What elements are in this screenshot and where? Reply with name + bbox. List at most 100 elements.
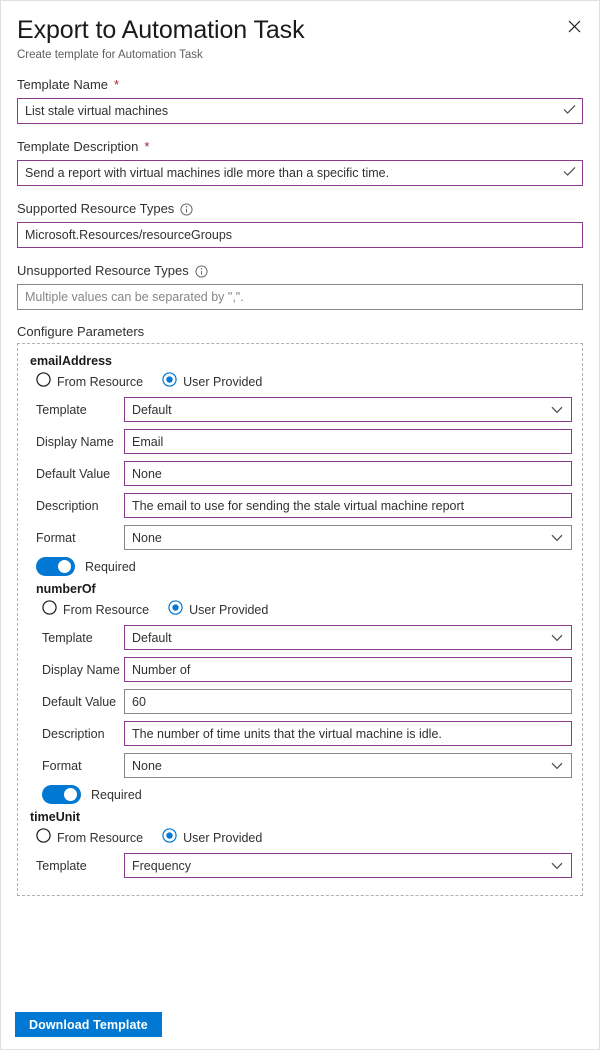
- supported-resource-types-label-text: Supported Resource Types: [17, 201, 175, 216]
- radio-from-resource[interactable]: From Resource: [36, 828, 143, 848]
- page-title: Export to Automation Task: [17, 16, 305, 44]
- parameter-display-name-label: Display Name: [36, 434, 114, 449]
- parameter-default-value-input[interactable]: [124, 461, 572, 486]
- radio-from-resource-label: From Resource: [57, 831, 144, 845]
- parameter-display-name-row: Display Name: [28, 429, 572, 454]
- parameter-name: numberOf: [36, 582, 96, 596]
- parameter-format-row: Format: [34, 753, 572, 778]
- radio-from-resource-label: From Resource: [57, 375, 144, 389]
- parameter-template-row: Template: [34, 625, 572, 650]
- parameter-display-name-input[interactable]: [124, 429, 572, 454]
- parameter-default-value-control: [124, 461, 572, 486]
- template-description-input[interactable]: [17, 160, 583, 186]
- configure-parameters-container: emailAddress From Resource User Provided Te…: [17, 343, 583, 896]
- radio-user-provided[interactable]: User Provided: [162, 828, 262, 848]
- template-name-input[interactable]: [17, 98, 583, 124]
- template-description-label-text: Template Description: [17, 139, 139, 154]
- parameter-display-name-row: Display Name: [34, 657, 572, 682]
- parameter-display-name-label: Display Name: [42, 662, 120, 677]
- radio-from-resource[interactable]: From Resource: [36, 372, 143, 392]
- unsupported-resource-types-field-wrap: [17, 284, 583, 310]
- page-subtitle: Create template for Automation Task: [17, 49, 203, 61]
- radio-icon: [36, 372, 51, 392]
- parameter-description-label: Description: [36, 498, 99, 513]
- parameter-description-control: [124, 721, 572, 746]
- parameter-template-label: Template: [36, 858, 87, 873]
- parameter-template-control: [124, 397, 572, 422]
- parameter-description-row: Description: [34, 721, 572, 746]
- parameter-required-toggle-row: Required: [42, 785, 572, 804]
- required-marker: *: [144, 139, 150, 154]
- parameter-format-select[interactable]: [124, 753, 572, 778]
- parameter-default-value-label: Default Value: [42, 694, 117, 709]
- parameter-default-value-label: Default Value: [36, 466, 111, 481]
- parameter-template-select[interactable]: [124, 625, 572, 650]
- panel-footer: Download Template: [1, 1004, 599, 1049]
- info-icon[interactable]: [195, 264, 208, 278]
- parameter-name: emailAddress: [30, 354, 112, 368]
- parameter-description-control: [124, 493, 572, 518]
- radio-icon: [42, 600, 57, 620]
- radio-user-provided-label: User Provided: [183, 375, 263, 389]
- parameter-default-value-input[interactable]: [124, 689, 572, 714]
- radio-from-resource[interactable]: From Resource: [42, 600, 149, 620]
- template-description-field-wrap: [17, 160, 583, 186]
- radio-user-provided[interactable]: User Provided: [168, 600, 268, 620]
- parameter-format-control: [124, 525, 572, 550]
- parameter-display-name-control: [124, 657, 572, 682]
- parameter-name: timeUnit: [30, 810, 80, 824]
- radio-icon: [162, 372, 177, 392]
- unsupported-resource-types-input[interactable]: [17, 284, 583, 310]
- radio-from-resource-label: From Resource: [63, 603, 150, 617]
- panel-header: Export to Automation Task Create templat…: [1, 1, 599, 62]
- supported-resource-types-label: Supported Resource Types: [17, 200, 583, 218]
- toggle-knob: [58, 560, 71, 573]
- supported-resource-types-input[interactable]: [17, 222, 583, 248]
- unsupported-resource-types-label: Unsupported Resource Types: [17, 262, 583, 280]
- close-icon[interactable]: [560, 12, 588, 40]
- template-description-label: Template Description *: [17, 138, 583, 156]
- parameter-source-radio-group: From Resource User Provided: [36, 828, 572, 848]
- download-template-button[interactable]: Download Template: [15, 1012, 162, 1037]
- parameter-template-label: Template: [36, 402, 87, 417]
- parameter-format-label: Format: [36, 530, 76, 545]
- radio-user-provided-label: User Provided: [189, 603, 269, 617]
- info-icon[interactable]: [180, 202, 193, 216]
- parameter-description-input[interactable]: [124, 493, 572, 518]
- parameter-default-value-row: Default Value: [34, 689, 572, 714]
- parameter-template-select[interactable]: [124, 397, 572, 422]
- radio-icon: [36, 828, 51, 848]
- parameter-format-control: [124, 753, 572, 778]
- radio-user-provided-label: User Provided: [183, 831, 263, 845]
- parameter-default-value-row: Default Value: [28, 461, 572, 486]
- parameter-template-label: Template: [42, 630, 93, 645]
- parameter-source-radio-group: From Resource User Provided: [36, 372, 572, 392]
- unsupported-resource-types-label-text: Unsupported Resource Types: [17, 263, 189, 278]
- parameter-default-value-control: [124, 689, 572, 714]
- radio-user-provided[interactable]: User Provided: [162, 372, 262, 392]
- parameter-template-select[interactable]: [124, 853, 572, 878]
- required-marker: *: [114, 77, 120, 92]
- radio-icon: [162, 828, 177, 848]
- parameter-block: emailAddress From Resource User Provided Te…: [28, 354, 572, 576]
- template-name-label: Template Name *: [17, 76, 583, 94]
- parameter-template-control: [124, 853, 572, 878]
- template-name-field-wrap: [17, 98, 583, 124]
- toggle-knob: [64, 788, 77, 801]
- parameter-required-toggle-row: Required: [36, 557, 572, 576]
- parameter-source-radio-group: From Resource User Provided: [42, 600, 572, 620]
- parameter-template-row: Template: [28, 853, 572, 878]
- configure-parameters-label: Configure Parameters: [17, 324, 145, 339]
- required-toggle-label: Required: [85, 559, 136, 574]
- parameter-format-select[interactable]: [124, 525, 572, 550]
- required-toggle[interactable]: [36, 557, 75, 576]
- parameter-description-label: Description: [42, 726, 105, 741]
- parameter-description-input[interactable]: [124, 721, 572, 746]
- parameter-display-name-input[interactable]: [124, 657, 572, 682]
- parameter-format-row: Format: [28, 525, 572, 550]
- export-automation-task-panel: Export to Automation Task Create templat…: [0, 0, 600, 1050]
- parameter-template-row: Template: [28, 397, 572, 422]
- parameter-description-row: Description: [28, 493, 572, 518]
- parameter-display-name-control: [124, 429, 572, 454]
- required-toggle[interactable]: [42, 785, 81, 804]
